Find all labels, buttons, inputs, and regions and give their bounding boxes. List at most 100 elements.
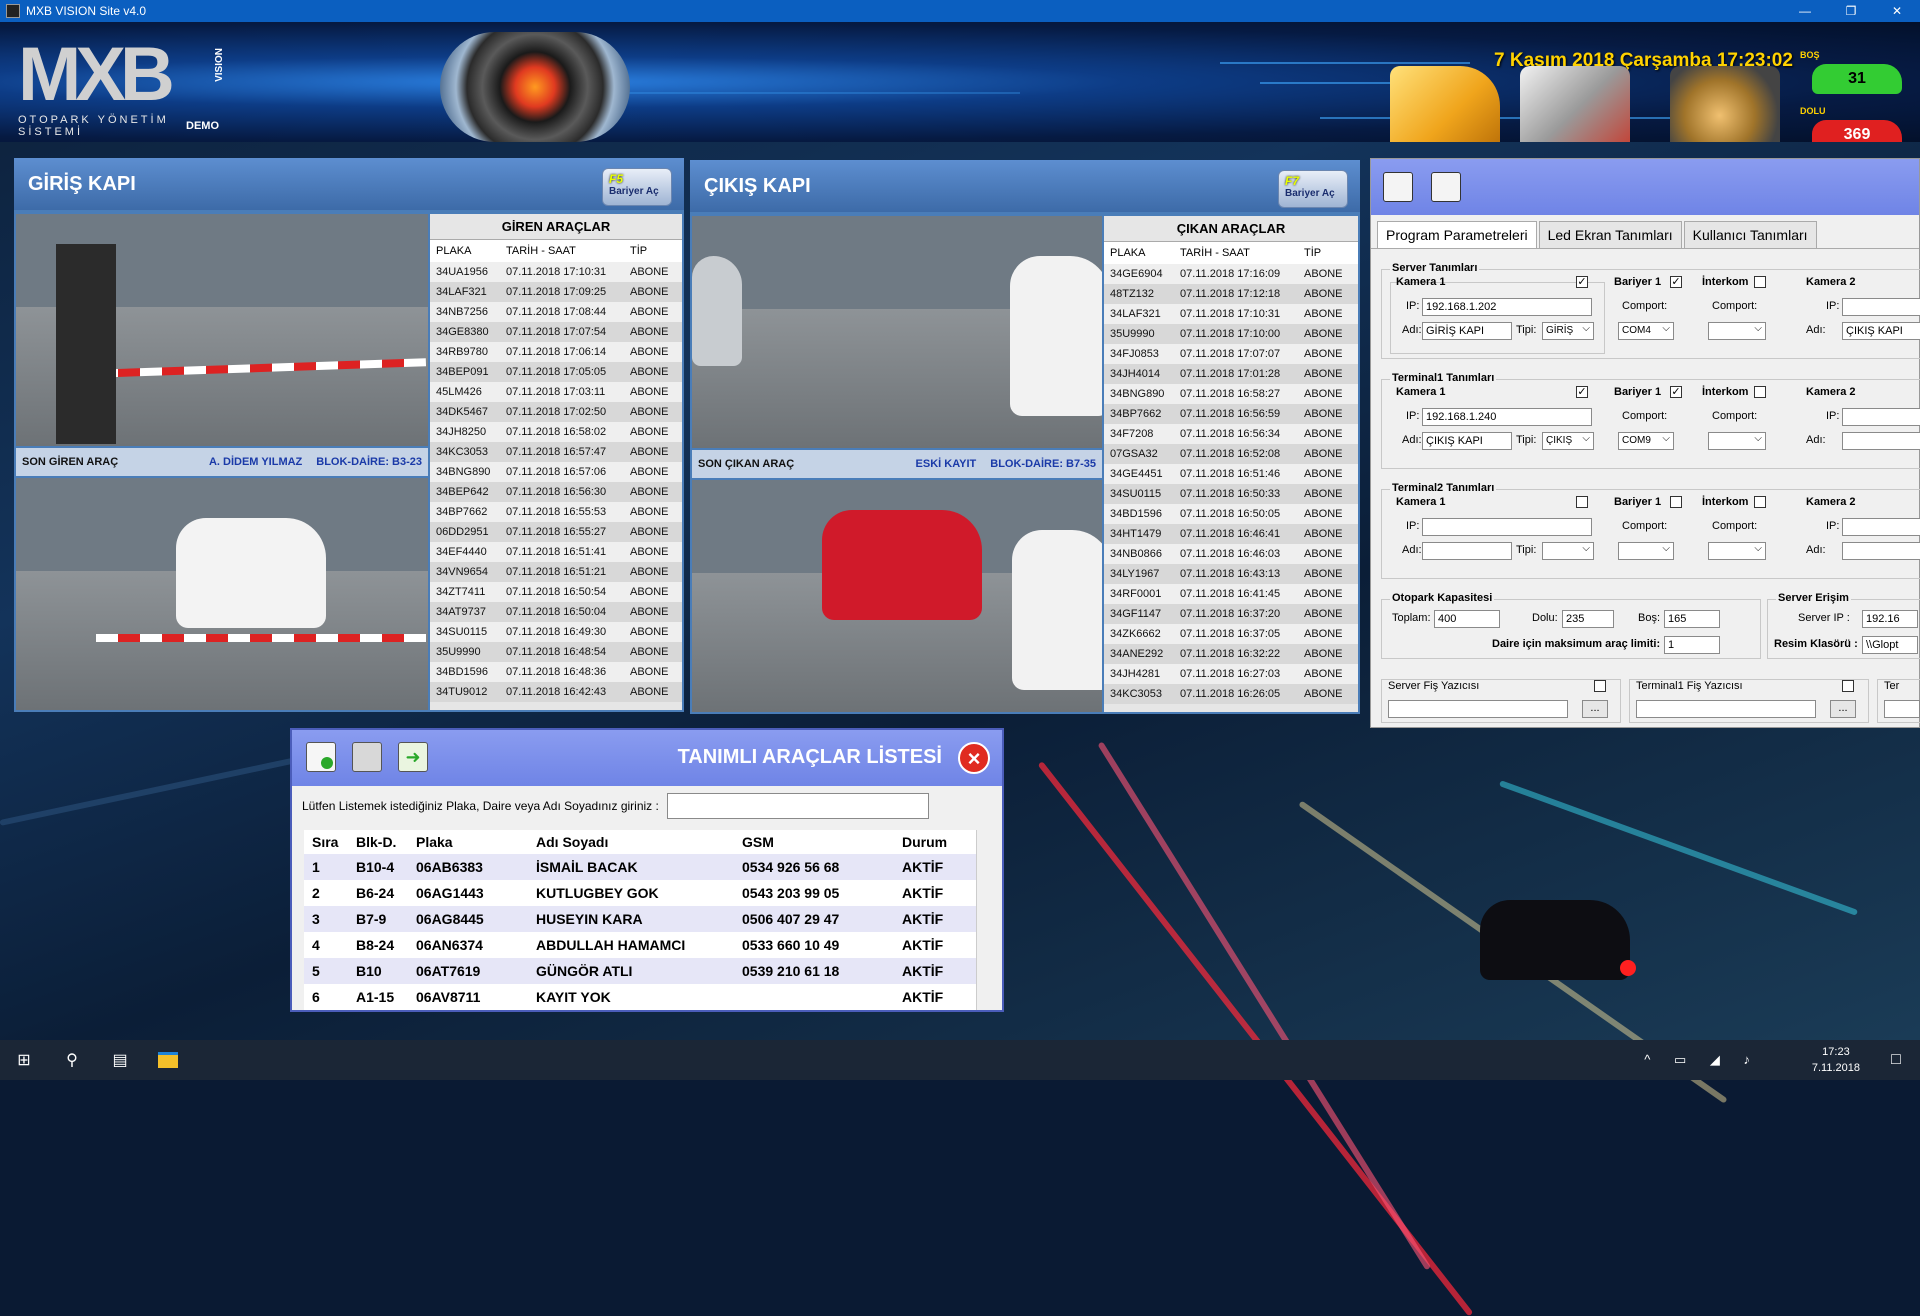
t1-intercom-comport-select[interactable] xyxy=(1708,431,1766,450)
list-scrollbar[interactable] xyxy=(976,830,990,1010)
t2-ip-input[interactable] xyxy=(1422,518,1592,536)
server-intercom-comport-select[interactable] xyxy=(1708,321,1766,340)
close-icon[interactable]: × xyxy=(958,742,990,774)
log-row[interactable]: 34BEP642 07.11.2018 16:56:30 ABONE xyxy=(430,482,682,502)
t1-barrier1-checkbox[interactable]: ✓ xyxy=(1670,386,1682,398)
log-row[interactable]: 07GSA32 07.11.2018 16:52:08 ABONE xyxy=(1104,444,1358,464)
exit-barrier-open-button[interactable]: F7 Bariyer Aç xyxy=(1278,170,1348,208)
t1-printer-input[interactable] xyxy=(1636,700,1816,718)
t2-intercom-comport-select[interactable] xyxy=(1708,541,1766,560)
empty-input[interactable]: 165 xyxy=(1664,610,1720,628)
log-row[interactable]: 34GE8380 07.11.2018 17:07:54 ABONE xyxy=(430,322,682,342)
log-row[interactable]: 34JH4281 07.11.2018 16:27:03 ABONE xyxy=(1104,664,1358,684)
log-row[interactable]: 34BEP091 07.11.2018 17:05:05 ABONE xyxy=(430,362,682,382)
vehicle-row[interactable]: 1 B10-4 06AB6383 İSMAİL BACAK 0534 926 56 68… xyxy=(304,854,980,880)
server-cam2-name-input[interactable]: ÇIKIŞ KAPI xyxy=(1842,322,1920,340)
tab-led-screen[interactable]: Led Ekran Tanımları xyxy=(1538,221,1682,248)
log-row[interactable]: 34RB9780 07.11.2018 17:06:14 ABONE xyxy=(430,342,682,362)
log-row[interactable]: 06DD2951 07.11.2018 16:55:27 ABONE xyxy=(430,522,682,542)
vehicle-row[interactable]: 6 A1-15 06AV8711 KAYIT YOK AKTİF xyxy=(304,984,980,1010)
t2-printer-input[interactable] xyxy=(1884,700,1920,718)
image-folder-input[interactable]: \\Glopt xyxy=(1862,636,1918,654)
t2-cam2-name-input[interactable] xyxy=(1842,542,1920,560)
log-row[interactable]: 34BNG890 07.11.2018 16:57:06 ABONE xyxy=(430,462,682,482)
t1-cam2-ip-input[interactable] xyxy=(1842,408,1920,426)
t1-comport-select[interactable]: COM9 xyxy=(1618,431,1674,450)
log-row[interactable]: 34BD1596 07.11.2018 16:48:36 ABONE xyxy=(430,662,682,682)
restore-icon[interactable]: ❐ xyxy=(1828,0,1874,22)
log-row[interactable]: 34FJ0853 07.11.2018 17:07:07 ABONE xyxy=(1104,344,1358,364)
vehicle-row[interactable]: 3 B7-9 06AG8445 HUSEYIN KARA 0506 407 29 47 A… xyxy=(304,906,980,932)
server-intercom-checkbox[interactable] xyxy=(1754,276,1766,288)
log-row[interactable]: 34UA1956 07.11.2018 17:10:31 ABONE xyxy=(430,262,682,282)
log-row[interactable]: 34AT9737 07.11.2018 16:50:04 ABONE xyxy=(430,602,682,622)
search-icon[interactable] xyxy=(1520,66,1630,142)
server-name-input[interactable]: GİRİŞ KAPI xyxy=(1422,322,1512,340)
t2-intercom-checkbox[interactable] xyxy=(1754,496,1766,508)
total-input[interactable]: 400 xyxy=(1434,610,1500,628)
t2-cam2-ip-input[interactable] xyxy=(1842,518,1920,536)
server-printer-browse-button[interactable]: ... xyxy=(1582,700,1608,718)
log-row[interactable]: 34BP7662 07.11.2018 16:55:53 ABONE xyxy=(430,502,682,522)
server-printer-input[interactable] xyxy=(1388,700,1568,718)
server-type-select[interactable]: GİRİŞ xyxy=(1542,321,1594,340)
log-row[interactable]: 34GF1147 07.11.2018 16:37:20 ABONE xyxy=(1104,604,1358,624)
print-icon[interactable] xyxy=(1431,172,1461,202)
t1-camera1-checkbox[interactable]: ✓ xyxy=(1576,386,1588,398)
log-row[interactable]: 34RF0001 07.11.2018 16:41:45 ABONE xyxy=(1104,584,1358,604)
full-input[interactable]: 235 xyxy=(1562,610,1614,628)
log-row[interactable]: 34LY1967 07.11.2018 16:43:13 ABONE xyxy=(1104,564,1358,584)
log-row[interactable]: 34DK5467 07.11.2018 17:02:50 ABONE xyxy=(430,402,682,422)
vehicle-row[interactable]: 2 B6-24 06AG1443 KUTLUGBEY GOK 0543 203 99 0… xyxy=(304,880,980,906)
t1-printer-browse-button[interactable]: ... xyxy=(1830,700,1856,718)
t2-comport-select[interactable] xyxy=(1618,541,1674,560)
log-row[interactable]: 34HT1479 07.11.2018 16:46:41 ABONE xyxy=(1104,524,1358,544)
log-row[interactable]: 34VN9654 07.11.2018 16:51:21 ABONE xyxy=(430,562,682,582)
t1-ip-input[interactable]: 192.168.1.240 xyxy=(1422,408,1592,426)
log-row[interactable]: 34ANE292 07.11.2018 16:32:22 ABONE xyxy=(1104,644,1358,664)
log-row[interactable]: 34TU9012 07.11.2018 16:42:43 ABONE xyxy=(430,682,682,702)
log-row[interactable]: 34LAF321 07.11.2018 17:09:25 ABONE xyxy=(430,282,682,302)
log-row[interactable]: 34BNG890 07.11.2018 16:58:27 ABONE xyxy=(1104,384,1358,404)
search-icon[interactable]: ⚲ xyxy=(48,1040,96,1080)
server-ip-input[interactable]: 192.168.1.202 xyxy=(1422,298,1592,316)
t1-intercom-checkbox[interactable] xyxy=(1754,386,1766,398)
vehicle-row[interactable]: 4 B8-24 06AN6374 ABDULLAH HAMAMCI 0533 660 1… xyxy=(304,932,980,958)
folder-icon[interactable] xyxy=(1390,66,1500,142)
gears-icon[interactable] xyxy=(1670,66,1780,142)
log-row[interactable]: 45LM426 07.11.2018 17:03:11 ABONE xyxy=(430,382,682,402)
close-icon[interactable]: ✕ xyxy=(1874,0,1920,22)
log-row[interactable]: 35U9990 07.11.2018 16:48:54 ABONE xyxy=(430,642,682,662)
log-row[interactable]: 34KC3053 07.11.2018 16:26:05 ABONE xyxy=(1104,684,1358,704)
tab-program-parameters[interactable]: Program Parametreleri xyxy=(1377,221,1537,248)
t1-printer-checkbox[interactable] xyxy=(1842,680,1854,692)
notification-icon[interactable]: □ xyxy=(1872,1040,1920,1080)
tray-clock[interactable]: 17:23 7.11.2018 xyxy=(1812,1044,1860,1076)
server-ip-access-input[interactable]: 192.16 xyxy=(1862,610,1918,628)
log-row[interactable]: 34GE6904 07.11.2018 17:16:09 ABONE xyxy=(1104,264,1358,284)
t2-barrier1-checkbox[interactable] xyxy=(1670,496,1682,508)
log-row[interactable]: 34ZT7411 07.11.2018 16:50:54 ABONE xyxy=(430,582,682,602)
log-row[interactable]: 48TZ132 07.11.2018 17:12:18 ABONE xyxy=(1104,284,1358,304)
t2-name-input[interactable] xyxy=(1422,542,1512,560)
start-icon[interactable]: ⊞ xyxy=(0,1040,48,1080)
t1-cam2-name-input[interactable] xyxy=(1842,432,1920,450)
log-row[interactable]: 34KC3053 07.11.2018 16:57:47 ABONE xyxy=(430,442,682,462)
log-row[interactable]: 34JH8250 07.11.2018 16:58:02 ABONE xyxy=(430,422,682,442)
add-record-icon[interactable] xyxy=(306,742,336,772)
log-row[interactable]: 34ZK6662 07.11.2018 16:37:05 ABONE xyxy=(1104,624,1358,644)
task-view-icon[interactable]: ▤ xyxy=(96,1040,144,1080)
export-icon[interactable]: ➜ xyxy=(398,742,428,772)
log-row[interactable]: 34JH4014 07.11.2018 17:01:28 ABONE xyxy=(1104,364,1358,384)
search-input[interactable] xyxy=(666,793,929,819)
t1-name-input[interactable]: ÇIKIŞ KAPI xyxy=(1422,432,1512,450)
server-barrier1-checkbox[interactable]: ✓ xyxy=(1670,276,1682,288)
save-icon[interactable] xyxy=(1383,172,1413,202)
window-title-bar[interactable]: MXB VISION Site v4.0 — ❐ ✕ xyxy=(0,0,1920,22)
log-row[interactable]: 34EF4440 07.11.2018 16:51:41 ABONE xyxy=(430,542,682,562)
log-row[interactable]: 34SU0115 07.11.2018 16:50:33 ABONE xyxy=(1104,484,1358,504)
log-row[interactable]: 34NB7256 07.11.2018 17:08:44 ABONE xyxy=(430,302,682,322)
log-row[interactable]: 34LAF321 07.11.2018 17:10:31 ABONE xyxy=(1104,304,1358,324)
print-icon[interactable] xyxy=(352,742,382,772)
server-cam2-ip-input[interactable] xyxy=(1842,298,1920,316)
